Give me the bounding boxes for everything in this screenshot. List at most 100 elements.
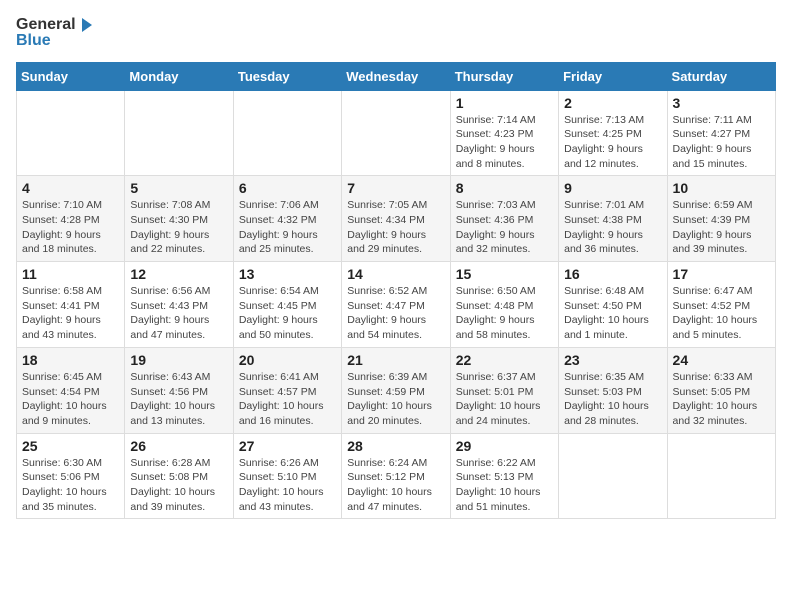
calendar-cell: 6 Sunrise: 7:06 AM Sunset: 4:32 PM Daylig… bbox=[233, 176, 341, 262]
calendar-cell: 24 Sunrise: 6:33 AM Sunset: 5:05 PM Dayli… bbox=[667, 347, 775, 433]
day-number: 29 bbox=[456, 438, 553, 454]
day-number: 3 bbox=[673, 95, 770, 111]
day-number: 11 bbox=[22, 266, 119, 282]
day-number: 23 bbox=[564, 352, 661, 368]
day-info: Sunrise: 7:01 AM Sunset: 4:38 PM Dayligh… bbox=[564, 198, 661, 257]
day-info: Sunrise: 6:48 AM Sunset: 4:50 PM Dayligh… bbox=[564, 284, 661, 343]
day-info: Sunrise: 7:11 AM Sunset: 4:27 PM Dayligh… bbox=[673, 113, 770, 172]
week-row-1: 1 Sunrise: 7:14 AM Sunset: 4:23 PM Daylig… bbox=[17, 90, 776, 176]
logo-blue: Blue bbox=[16, 32, 96, 50]
calendar-cell: 15 Sunrise: 6:50 AM Sunset: 4:48 PM Dayli… bbox=[450, 262, 558, 348]
calendar-header: SundayMondayTuesdayWednesdayThursdayFrid… bbox=[17, 62, 776, 90]
day-info: Sunrise: 7:14 AM Sunset: 4:23 PM Dayligh… bbox=[456, 113, 553, 172]
calendar-cell: 17Sunrise: 6:47 AM Sunset: 4:52 PM Dayli… bbox=[667, 262, 775, 348]
col-header-monday: Monday bbox=[125, 62, 233, 90]
day-info: Sunrise: 6:24 AM Sunset: 5:12 PM Dayligh… bbox=[347, 456, 444, 515]
col-header-sunday: Sunday bbox=[17, 62, 125, 90]
day-info: Sunrise: 6:50 AM Sunset: 4:48 PM Dayligh… bbox=[456, 284, 553, 343]
day-info: Sunrise: 6:33 AM Sunset: 5:05 PM Dayligh… bbox=[673, 370, 770, 429]
week-row-4: 18 Sunrise: 6:45 AM Sunset: 4:54 PM Dayli… bbox=[17, 347, 776, 433]
day-info: Sunrise: 7:06 AM Sunset: 4:32 PM Dayligh… bbox=[239, 198, 336, 257]
day-number: 14 bbox=[347, 266, 444, 282]
day-number: 24 bbox=[673, 352, 770, 368]
calendar-cell: 9 Sunrise: 7:01 AM Sunset: 4:38 PM Daylig… bbox=[559, 176, 667, 262]
calendar-cell bbox=[233, 90, 341, 176]
calendar-cell bbox=[667, 433, 775, 519]
calendar-cell: 29 Sunrise: 6:22 AM Sunset: 5:13 PM Dayli… bbox=[450, 433, 558, 519]
calendar-cell: 19Sunrise: 6:43 AM Sunset: 4:56 PM Dayli… bbox=[125, 347, 233, 433]
col-header-thursday: Thursday bbox=[450, 62, 558, 90]
calendar-cell: 10 Sunrise: 6:59 AM Sunset: 4:39 PM Dayli… bbox=[667, 176, 775, 262]
day-info: Sunrise: 6:56 AM Sunset: 4:43 PM Dayligh… bbox=[130, 284, 227, 343]
calendar-cell: 27 Sunrise: 6:26 AM Sunset: 5:10 PM Dayli… bbox=[233, 433, 341, 519]
day-number: 12 bbox=[130, 266, 227, 282]
col-header-friday: Friday bbox=[559, 62, 667, 90]
day-info: Sunrise: 6:35 AM Sunset: 5:03 PM Dayligh… bbox=[564, 370, 661, 429]
day-info: Sunrise: 6:43 AM Sunset: 4:56 PM Dayligh… bbox=[130, 370, 227, 429]
day-number: 16 bbox=[564, 266, 661, 282]
header-row: SundayMondayTuesdayWednesdayThursdayFrid… bbox=[17, 62, 776, 90]
calendar-cell bbox=[17, 90, 125, 176]
header: General Blue bbox=[16, 16, 776, 50]
logo: General Blue bbox=[16, 16, 96, 50]
calendar-cell: 18 Sunrise: 6:45 AM Sunset: 4:54 PM Dayli… bbox=[17, 347, 125, 433]
calendar-cell: 16 Sunrise: 6:48 AM Sunset: 4:50 PM Dayli… bbox=[559, 262, 667, 348]
calendar-cell: 20 Sunrise: 6:41 AM Sunset: 4:57 PM Dayli… bbox=[233, 347, 341, 433]
day-number: 15 bbox=[456, 266, 553, 282]
day-info: Sunrise: 7:10 AM Sunset: 4:28 PM Dayligh… bbox=[22, 198, 119, 257]
logo-text: General Blue bbox=[16, 16, 96, 50]
day-number: 22 bbox=[456, 352, 553, 368]
calendar-cell: 2Sunrise: 7:13 AM Sunset: 4:25 PM Daylig… bbox=[559, 90, 667, 176]
day-number: 5 bbox=[130, 180, 227, 196]
calendar-cell: 5 Sunrise: 7:08 AM Sunset: 4:30 PM Daylig… bbox=[125, 176, 233, 262]
day-info: Sunrise: 6:28 AM Sunset: 5:08 PM Dayligh… bbox=[130, 456, 227, 515]
day-number: 13 bbox=[239, 266, 336, 282]
day-number: 10 bbox=[673, 180, 770, 196]
day-info: Sunrise: 6:26 AM Sunset: 5:10 PM Dayligh… bbox=[239, 456, 336, 515]
day-number: 21 bbox=[347, 352, 444, 368]
calendar-cell: 26 Sunrise: 6:28 AM Sunset: 5:08 PM Dayli… bbox=[125, 433, 233, 519]
day-info: Sunrise: 6:52 AM Sunset: 4:47 PM Dayligh… bbox=[347, 284, 444, 343]
day-number: 7 bbox=[347, 180, 444, 196]
day-number: 8 bbox=[456, 180, 553, 196]
col-header-wednesday: Wednesday bbox=[342, 62, 450, 90]
calendar-body: 1 Sunrise: 7:14 AM Sunset: 4:23 PM Daylig… bbox=[17, 90, 776, 519]
calendar-cell: 11 Sunrise: 6:58 AM Sunset: 4:41 PM Dayli… bbox=[17, 262, 125, 348]
calendar-cell bbox=[125, 90, 233, 176]
calendar-cell: 22Sunrise: 6:37 AM Sunset: 5:01 PM Dayli… bbox=[450, 347, 558, 433]
day-number: 26 bbox=[130, 438, 227, 454]
col-header-saturday: Saturday bbox=[667, 62, 775, 90]
week-row-5: 25Sunrise: 6:30 AM Sunset: 5:06 PM Dayli… bbox=[17, 433, 776, 519]
day-number: 6 bbox=[239, 180, 336, 196]
col-header-tuesday: Tuesday bbox=[233, 62, 341, 90]
day-number: 4 bbox=[22, 180, 119, 196]
day-number: 18 bbox=[22, 352, 119, 368]
day-info: Sunrise: 6:54 AM Sunset: 4:45 PM Dayligh… bbox=[239, 284, 336, 343]
calendar-cell: 25Sunrise: 6:30 AM Sunset: 5:06 PM Dayli… bbox=[17, 433, 125, 519]
day-info: Sunrise: 7:13 AM Sunset: 4:25 PM Dayligh… bbox=[564, 113, 661, 172]
day-number: 17 bbox=[673, 266, 770, 282]
day-number: 20 bbox=[239, 352, 336, 368]
day-info: Sunrise: 6:45 AM Sunset: 4:54 PM Dayligh… bbox=[22, 370, 119, 429]
week-row-2: 4 Sunrise: 7:10 AM Sunset: 4:28 PM Daylig… bbox=[17, 176, 776, 262]
calendar-cell: 4 Sunrise: 7:10 AM Sunset: 4:28 PM Daylig… bbox=[17, 176, 125, 262]
day-number: 25 bbox=[22, 438, 119, 454]
day-info: Sunrise: 6:41 AM Sunset: 4:57 PM Dayligh… bbox=[239, 370, 336, 429]
calendar-cell: 8 Sunrise: 7:03 AM Sunset: 4:36 PM Daylig… bbox=[450, 176, 558, 262]
day-number: 28 bbox=[347, 438, 444, 454]
day-info: Sunrise: 7:08 AM Sunset: 4:30 PM Dayligh… bbox=[130, 198, 227, 257]
day-info: Sunrise: 7:03 AM Sunset: 4:36 PM Dayligh… bbox=[456, 198, 553, 257]
day-number: 1 bbox=[456, 95, 553, 111]
day-number: 9 bbox=[564, 180, 661, 196]
calendar-table: SundayMondayTuesdayWednesdayThursdayFrid… bbox=[16, 62, 776, 520]
day-info: Sunrise: 6:58 AM Sunset: 4:41 PM Dayligh… bbox=[22, 284, 119, 343]
day-info: Sunrise: 6:59 AM Sunset: 4:39 PM Dayligh… bbox=[673, 198, 770, 257]
day-number: 27 bbox=[239, 438, 336, 454]
logo-arrow-icon bbox=[78, 16, 96, 34]
calendar-cell: 23 Sunrise: 6:35 AM Sunset: 5:03 PM Dayli… bbox=[559, 347, 667, 433]
day-info: Sunrise: 7:05 AM Sunset: 4:34 PM Dayligh… bbox=[347, 198, 444, 257]
calendar-cell bbox=[559, 433, 667, 519]
day-info: Sunrise: 6:22 AM Sunset: 5:13 PM Dayligh… bbox=[456, 456, 553, 515]
calendar-cell: 12 Sunrise: 6:56 AM Sunset: 4:43 PM Dayli… bbox=[125, 262, 233, 348]
calendar-cell: 3 Sunrise: 7:11 AM Sunset: 4:27 PM Daylig… bbox=[667, 90, 775, 176]
